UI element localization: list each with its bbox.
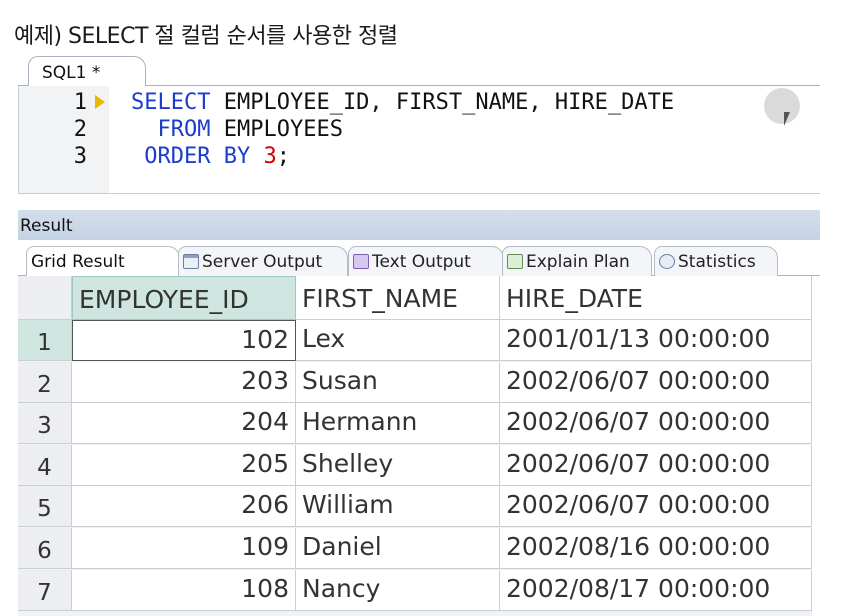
line-number: 3 (73, 144, 87, 169)
grid-cell-first-name[interactable]: Lex (296, 320, 500, 361)
grid-cell-employee-id[interactable]: 108 (72, 569, 296, 611)
grid-cell-hire-date[interactable]: 2001/01/13 00:00:00 (500, 320, 812, 361)
grid-cell-first-name[interactable]: Daniel (296, 528, 500, 569)
result-panel-header: Result (18, 210, 820, 240)
code-line-2[interactable]: 2 FROM EMPLOYEES (19, 117, 820, 144)
grid-cell-first-name[interactable]: William (296, 486, 500, 528)
grid-cell-employee-id[interactable]: 206 (72, 486, 296, 528)
mouse-pointer-icon (784, 112, 796, 126)
row-number[interactable]: 1 (18, 320, 72, 361)
tab-label: Explain Plan (526, 252, 630, 272)
code-line-3[interactable]: 3 ORDER BY 3; (19, 144, 820, 171)
sql-token: EMPLOYEE_ID, FIRST_NAME, HIRE_DATE (223, 90, 675, 115)
explain-plan-icon (507, 254, 523, 269)
grid-corner (18, 276, 72, 320)
sql-token: EMPLOYEES (210, 117, 343, 142)
row-number[interactable]: 7 (18, 569, 72, 611)
page-title: 예제) SELECT 절 컬럼 순서를 사용한 정렬 (14, 24, 398, 49)
statistics-icon (659, 254, 675, 269)
sql-number: 3 (263, 144, 277, 169)
column-header-first-name[interactable]: FIRST_NAME (296, 276, 500, 320)
tab-server-output[interactable]: Server Output (178, 246, 348, 276)
row-number[interactable]: 6 (18, 528, 72, 569)
editor-tab-bar: SQL1 * (18, 52, 820, 87)
row-number[interactable]: 3 (18, 403, 72, 445)
grid-right-edge (812, 276, 820, 616)
row-number[interactable]: 4 (18, 444, 72, 486)
result-tabs: Grid Result Server Output Text Output Expla… (18, 240, 820, 277)
server-output-icon (183, 254, 199, 269)
column-header-hire-date[interactable]: HIRE_DATE (500, 276, 812, 320)
grid-cell-first-name[interactable]: Susan (296, 361, 500, 403)
tab-label: Statistics (678, 252, 756, 272)
sql-keyword: FROM (131, 117, 211, 142)
code-text: FROM EMPLOYEES (131, 117, 343, 142)
tab-grid-result[interactable]: Grid Result (26, 246, 180, 277)
code-line-1[interactable]: 1 SELECT EMPLOYEE_ID, FIRST_NAME, HIRE_DA… (19, 90, 820, 117)
grid-cell-employee-id[interactable]: 204 (72, 403, 296, 445)
tab-explain-plan[interactable]: Explain Plan (502, 246, 652, 276)
grid-cell-hire-date[interactable]: 2002/06/07 00:00:00 (500, 403, 812, 445)
grid-cell-hire-date[interactable]: 2002/08/16 00:00:00 (500, 528, 812, 569)
sql-editor[interactable]: 1 SELECT EMPLOYEE_ID, FIRST_NAME, HIRE_DA… (18, 86, 820, 194)
column-header-employee-id[interactable]: EMPLOYEE_ID (72, 276, 296, 320)
tab-label: Text Output (372, 252, 471, 272)
sql-keyword: SELECT (131, 90, 211, 115)
sql-token: ; (276, 144, 290, 169)
grid-cell-hire-date[interactable]: 2002/06/07 00:00:00 (500, 444, 812, 486)
line-number: 2 (73, 117, 87, 142)
current-line-arrow-icon (95, 95, 105, 109)
grid-cell-hire-date[interactable]: 2002/06/07 00:00:00 (500, 486, 812, 528)
grid-cell-employee-id[interactable]: 205 (72, 444, 296, 486)
grid-cell-employee-id[interactable]: 102 (72, 320, 296, 361)
grid-cell-first-name[interactable]: Hermann (296, 403, 500, 445)
tab-label: Grid Result (31, 252, 125, 272)
grid-cell-employee-id[interactable]: 109 (72, 528, 296, 569)
tab-label: Server Output (202, 252, 323, 272)
grid-cell-first-name[interactable]: Shelley (296, 444, 500, 486)
tab-statistics[interactable]: Statistics (654, 246, 778, 276)
code-text: ORDER BY 3; (131, 144, 290, 169)
row-number[interactable]: 5 (18, 486, 72, 528)
grid-cell-hire-date[interactable]: 2002/08/17 00:00:00 (500, 569, 812, 611)
line-number: 1 (73, 90, 87, 115)
tab-text-output[interactable]: Text Output (348, 246, 504, 276)
text-output-icon (353, 254, 369, 269)
grid-cell-hire-date[interactable]: 2002/06/07 00:00:00 (500, 361, 812, 403)
result-grid[interactable]: EMPLOYEE_ID FIRST_NAME HIRE_DATE 1 102 Lex 200… (18, 276, 820, 616)
row-number[interactable]: 2 (18, 361, 72, 403)
grid-cell-employee-id[interactable]: 203 (72, 361, 296, 403)
tab-sql1[interactable]: SQL1 * (28, 56, 146, 87)
grid-cell-first-name[interactable]: Nancy (296, 569, 500, 611)
sql-keyword: ORDER BY (131, 144, 251, 169)
code-text: SELECT EMPLOYEE_ID, FIRST_NAME, HIRE_DAT… (131, 90, 674, 115)
